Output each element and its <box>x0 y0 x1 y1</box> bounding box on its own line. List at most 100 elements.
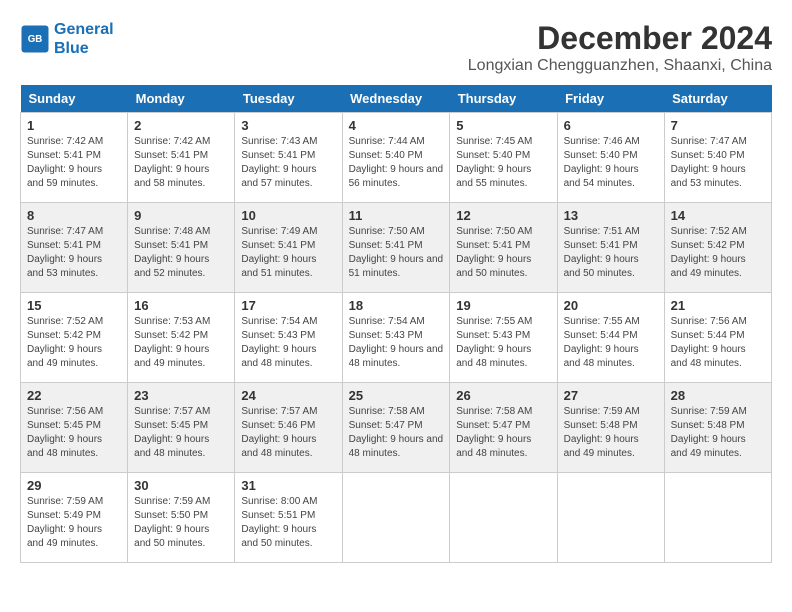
day-info: Sunrise: 7:43 AMSunset: 5:41 PMDaylight:… <box>241 135 335 191</box>
day-info: Sunrise: 7:57 AMSunset: 5:46 PMDaylight:… <box>241 405 335 461</box>
day-number: 5 <box>456 118 550 133</box>
day-number: 16 <box>134 298 228 313</box>
day-info: Sunrise: 7:54 AMSunset: 5:43 PMDaylight:… <box>349 315 444 371</box>
calendar-cell: 30Sunrise: 7:59 AMSunset: 5:50 PMDayligh… <box>128 473 235 563</box>
calendar-cell: 22Sunrise: 7:56 AMSunset: 5:45 PMDayligh… <box>21 383 128 473</box>
day-info: Sunrise: 7:52 AMSunset: 5:42 PMDaylight:… <box>27 315 121 371</box>
day-number: 11 <box>349 208 444 223</box>
calendar-cell: 2 Sunrise: 7:42 AMSunset: 5:41 PMDaylight… <box>128 113 235 203</box>
day-info: Sunrise: 7:44 AMSunset: 5:40 PMDaylight:… <box>349 135 444 191</box>
calendar-cell: 17Sunrise: 7:54 AMSunset: 5:43 PMDayligh… <box>235 293 342 383</box>
day-number: 14 <box>671 208 765 223</box>
week-row-1: 1 Sunrise: 7:42 AMSunset: 5:41 PMDaylight… <box>21 113 772 203</box>
day-info: Sunrise: 7:59 AMSunset: 5:49 PMDaylight:… <box>27 495 121 551</box>
calendar: SundayMondayTuesdayWednesdayThursdayFrid… <box>20 85 772 563</box>
calendar-cell <box>450 473 557 563</box>
header-thursday: Thursday <box>450 85 557 113</box>
day-info: Sunrise: 7:58 AMSunset: 5:47 PMDaylight:… <box>456 405 550 461</box>
logo-icon: GB <box>20 24 50 54</box>
day-info: Sunrise: 7:49 AMSunset: 5:41 PMDaylight:… <box>241 225 335 281</box>
day-info: Sunrise: 7:50 AMSunset: 5:41 PMDaylight:… <box>456 225 550 281</box>
header-wednesday: Wednesday <box>342 85 450 113</box>
calendar-cell: 8 Sunrise: 7:47 AMSunset: 5:41 PMDaylight… <box>21 203 128 293</box>
calendar-cell <box>342 473 450 563</box>
calendar-header-row: SundayMondayTuesdayWednesdayThursdayFrid… <box>21 85 772 113</box>
calendar-cell: 20 Sunrise: 7:55 AMSunset: 5:44 PMDayligh… <box>557 293 664 383</box>
week-row-5: 29 Sunrise: 7:59 AMSunset: 5:49 PMDayligh… <box>21 473 772 563</box>
day-info: Sunrise: 7:58 AMSunset: 5:47 PMDaylight:… <box>349 405 444 461</box>
day-number: 1 <box>27 118 121 133</box>
header-monday: Monday <box>128 85 235 113</box>
day-info: Sunrise: 7:59 AMSunset: 5:48 PMDaylight:… <box>671 405 765 461</box>
calendar-cell: 4Sunrise: 7:44 AMSunset: 5:40 PMDaylight… <box>342 113 450 203</box>
calendar-cell: 1 Sunrise: 7:42 AMSunset: 5:41 PMDaylight… <box>21 113 128 203</box>
day-info: Sunrise: 7:42 AMSunset: 5:41 PMDaylight:… <box>27 135 121 191</box>
day-info: Sunrise: 7:57 AMSunset: 5:45 PMDaylight:… <box>134 405 228 461</box>
day-info: Sunrise: 7:59 AMSunset: 5:50 PMDaylight:… <box>134 495 228 551</box>
subtitle: Longxian Chengguanzhen, Shaanxi, China <box>468 57 772 75</box>
calendar-cell: 14Sunrise: 7:52 AMSunset: 5:42 PMDayligh… <box>664 203 771 293</box>
main-title: December 2024 <box>468 20 772 57</box>
week-row-2: 8 Sunrise: 7:47 AMSunset: 5:41 PMDaylight… <box>21 203 772 293</box>
calendar-cell: 9 Sunrise: 7:48 AMSunset: 5:41 PMDaylight… <box>128 203 235 293</box>
calendar-cell: 13Sunrise: 7:51 AMSunset: 5:41 PMDayligh… <box>557 203 664 293</box>
logo: GB General Blue <box>20 20 114 58</box>
day-number: 9 <box>134 208 228 223</box>
day-number: 3 <box>241 118 335 133</box>
day-number: 2 <box>134 118 228 133</box>
day-number: 8 <box>27 208 121 223</box>
calendar-cell: 25 Sunrise: 7:58 AMSunset: 5:47 PMDayligh… <box>342 383 450 473</box>
calendar-cell: 23Sunrise: 7:57 AMSunset: 5:45 PMDayligh… <box>128 383 235 473</box>
day-number: 25 <box>349 388 444 403</box>
day-number: 21 <box>671 298 765 313</box>
header-saturday: Saturday <box>664 85 771 113</box>
day-number: 13 <box>564 208 658 223</box>
day-number: 26 <box>456 388 550 403</box>
calendar-cell <box>557 473 664 563</box>
logo-text: General Blue <box>54 20 114 58</box>
day-number: 7 <box>671 118 765 133</box>
day-number: 15 <box>27 298 121 313</box>
calendar-cell: 29 Sunrise: 7:59 AMSunset: 5:49 PMDayligh… <box>21 473 128 563</box>
day-info: Sunrise: 7:55 AMSunset: 5:43 PMDaylight:… <box>456 315 550 371</box>
calendar-cell: 28 Sunrise: 7:59 AMSunset: 5:48 PMDayligh… <box>664 383 771 473</box>
calendar-cell: 21 Sunrise: 7:56 AMSunset: 5:44 PMDayligh… <box>664 293 771 383</box>
day-info: Sunrise: 7:48 AMSunset: 5:41 PMDaylight:… <box>134 225 228 281</box>
day-number: 10 <box>241 208 335 223</box>
day-info: Sunrise: 7:46 AMSunset: 5:40 PMDaylight:… <box>564 135 658 191</box>
calendar-cell: 27Sunrise: 7:59 AMSunset: 5:48 PMDayligh… <box>557 383 664 473</box>
day-number: 17 <box>241 298 335 313</box>
day-number: 12 <box>456 208 550 223</box>
calendar-cell <box>664 473 771 563</box>
day-number: 29 <box>27 478 121 493</box>
day-info: Sunrise: 7:59 AMSunset: 5:48 PMDaylight:… <box>564 405 658 461</box>
day-number: 31 <box>241 478 335 493</box>
header: GB General Blue December 2024 Longxian C… <box>20 20 772 75</box>
day-number: 18 <box>349 298 444 313</box>
day-info: Sunrise: 7:50 AMSunset: 5:41 PMDaylight:… <box>349 225 444 281</box>
day-info: Sunrise: 7:45 AMSunset: 5:40 PMDaylight:… <box>456 135 550 191</box>
calendar-cell: 6 Sunrise: 7:46 AMSunset: 5:40 PMDaylight… <box>557 113 664 203</box>
day-info: Sunrise: 7:53 AMSunset: 5:42 PMDaylight:… <box>134 315 228 371</box>
day-info: Sunrise: 7:42 AMSunset: 5:41 PMDaylight:… <box>134 135 228 191</box>
day-info: Sunrise: 7:47 AMSunset: 5:41 PMDaylight:… <box>27 225 121 281</box>
calendar-cell: 7Sunrise: 7:47 AMSunset: 5:40 PMDaylight… <box>664 113 771 203</box>
day-number: 19 <box>456 298 550 313</box>
day-info: Sunrise: 7:55 AMSunset: 5:44 PMDaylight:… <box>564 315 658 371</box>
week-row-4: 22Sunrise: 7:56 AMSunset: 5:45 PMDayligh… <box>21 383 772 473</box>
calendar-cell: 24 Sunrise: 7:57 AMSunset: 5:46 PMDayligh… <box>235 383 342 473</box>
day-number: 6 <box>564 118 658 133</box>
calendar-cell: 3 Sunrise: 7:43 AMSunset: 5:41 PMDaylight… <box>235 113 342 203</box>
day-number: 28 <box>671 388 765 403</box>
title-area: December 2024 Longxian Chengguanzhen, Sh… <box>468 20 772 75</box>
header-tuesday: Tuesday <box>235 85 342 113</box>
calendar-cell: 19 Sunrise: 7:55 AMSunset: 5:43 PMDayligh… <box>450 293 557 383</box>
day-number: 20 <box>564 298 658 313</box>
calendar-cell: 15 Sunrise: 7:52 AMSunset: 5:42 PMDayligh… <box>21 293 128 383</box>
day-number: 22 <box>27 388 121 403</box>
calendar-cell: 11 Sunrise: 7:50 AMSunset: 5:41 PMDayligh… <box>342 203 450 293</box>
calendar-cell: 26 Sunrise: 7:58 AMSunset: 5:47 PMDayligh… <box>450 383 557 473</box>
day-number: 24 <box>241 388 335 403</box>
day-info: Sunrise: 7:56 AMSunset: 5:44 PMDaylight:… <box>671 315 765 371</box>
svg-text:GB: GB <box>28 34 43 45</box>
